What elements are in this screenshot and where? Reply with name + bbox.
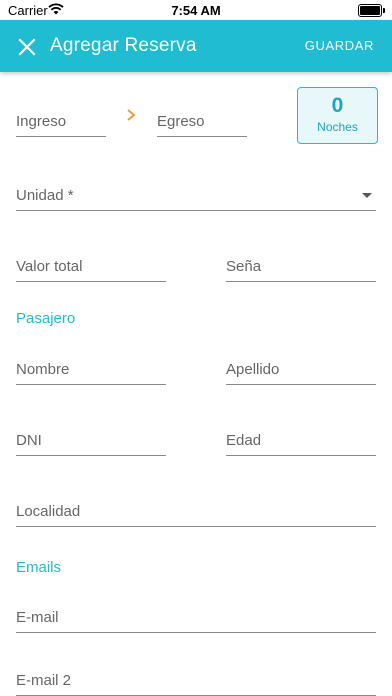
email2-field[interactable]: E-mail 2 [16,669,376,696]
age-label: Edad [226,432,262,449]
unit-select[interactable]: Unidad * [16,178,376,211]
total-value-field[interactable]: Valor total [16,249,166,282]
deposit-label: Seña [226,258,262,275]
save-button[interactable]: GUARDAR [305,38,374,53]
dropdown-arrow-icon[interactable] [362,193,372,198]
dni-field[interactable]: DNI [16,423,166,456]
first-name-field[interactable]: Nombre [16,352,166,385]
email2-label: E-mail 2 [16,672,72,689]
clock: 7:54 AM [171,3,221,18]
city-label: Localidad [16,503,81,520]
city-field[interactable]: Localidad [16,494,376,527]
nights-counter: 0 Noches [297,87,378,144]
page-title: Agregar Reserva [50,35,197,56]
emails-section-title: Emails [16,559,62,576]
guest-section-title: Pasajero [16,310,76,327]
unit-label: Unidad * [16,187,74,204]
checkin-label: Ingreso [16,113,67,130]
age-field[interactable]: Edad [226,423,376,456]
battery-icon [358,4,385,17]
total-value-label: Valor total [16,258,83,275]
checkin-field[interactable]: Ingreso [16,104,106,137]
app-bar: Agregar Reserva GUARDAR [0,20,392,72]
close-icon[interactable] [14,34,40,60]
checkout-field[interactable]: Egreso [157,104,247,137]
chevron-right-icon [127,109,136,121]
email-label: E-mail [16,609,59,626]
last-name-label: Apellido [226,361,280,378]
deposit-field[interactable]: Seña [226,249,376,282]
checkout-label: Egreso [157,113,205,130]
nights-count: 0 [331,94,344,117]
status-bar: Carrier 7:54 AM [0,0,392,20]
nights-label: Noches [317,120,358,134]
last-name-field[interactable]: Apellido [226,352,376,385]
first-name-label: Nombre [16,361,70,378]
dni-label: DNI [16,432,42,449]
email-field[interactable]: E-mail [16,600,376,633]
